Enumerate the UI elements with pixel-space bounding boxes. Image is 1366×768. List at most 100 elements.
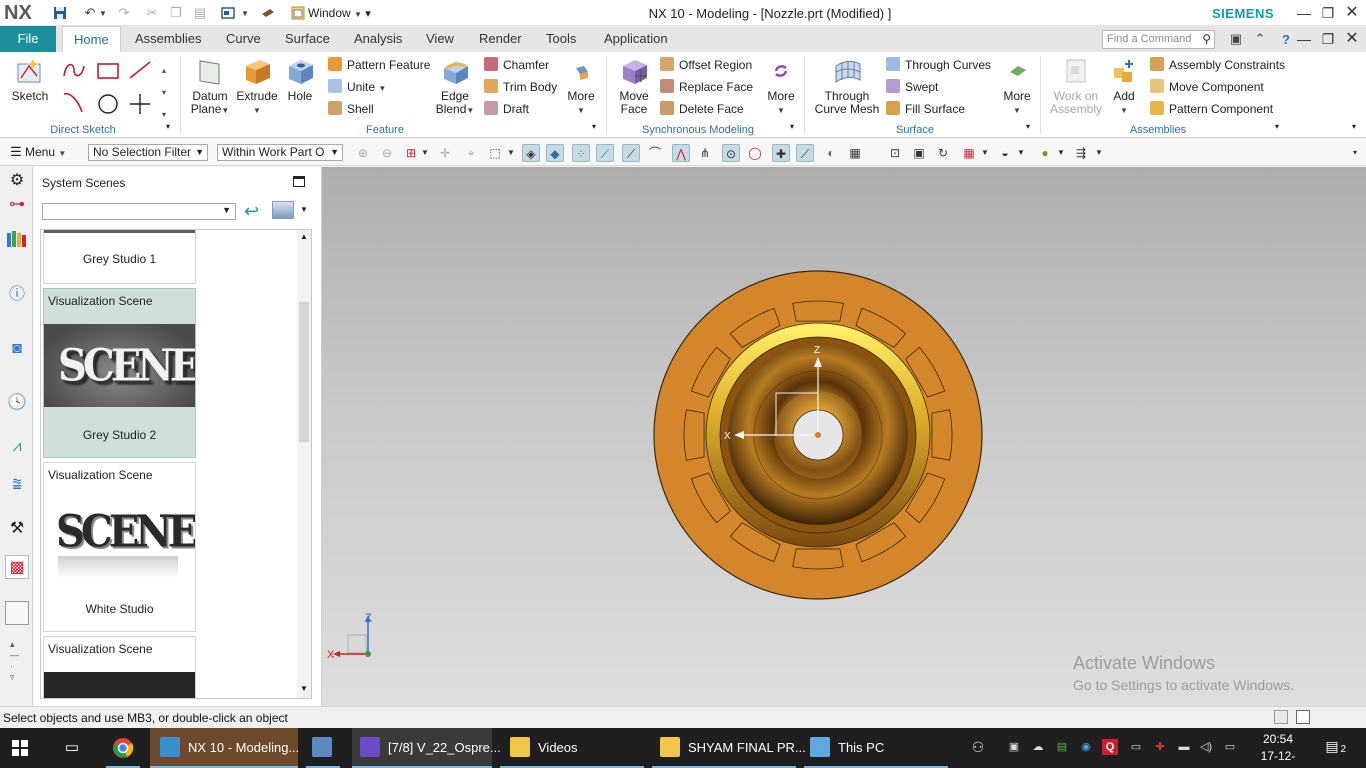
list-item[interactable]: Visualization Scene: [43, 636, 196, 698]
add-component-button[interactable]: Add ▼: [1106, 56, 1142, 117]
rendering-style-icon[interactable]: ◒: [996, 144, 1014, 162]
information-icon[interactable]: ⓘ: [5, 283, 29, 307]
direct-sketch-group-menu-icon[interactable]: ▾: [166, 122, 170, 131]
task-view-icon[interactable]: ▭: [60, 728, 84, 768]
web-browser-icon[interactable]: ◙: [5, 337, 29, 361]
part-navigator-icon[interactable]: [5, 227, 29, 251]
task-shyam-folder[interactable]: SHYAM FINAL PR...: [652, 728, 806, 768]
scroll-down-icon[interactable]: ▼: [300, 684, 308, 693]
task-this-pc[interactable]: This PC: [804, 728, 948, 768]
snap-dropdown-icon[interactable]: ▼: [420, 144, 430, 162]
general-selection-intent-icon[interactable]: ⊕: [354, 144, 372, 162]
doc-minimize-button[interactable]: —: [1292, 29, 1316, 49]
ribbon-options-dropdown-icon[interactable]: ▾: [1352, 122, 1356, 131]
tray-network-app-icon[interactable]: ▤: [1054, 739, 1070, 755]
full-screen-icon[interactable]: [1296, 710, 1310, 724]
list-item[interactable]: Visualization Scene SCENE Grey Studio 2: [43, 288, 196, 458]
bounded-grid-icon[interactable]: ▦: [846, 144, 864, 162]
toolbar-options-icon[interactable]: ▾: [1350, 144, 1360, 162]
volume-icon[interactable]: ◁): [1198, 739, 1214, 755]
task-remote[interactable]: [306, 728, 340, 768]
surface-more-button[interactable]: More ▼: [998, 56, 1036, 117]
task-videos[interactable]: Videos: [500, 728, 644, 768]
process-studio-icon[interactable]: ⚒: [5, 517, 29, 541]
doc-restore-button[interactable]: ❐: [1316, 29, 1340, 49]
select-curves-icon[interactable]: ⁘: [572, 144, 590, 162]
touch-mode-icon[interactable]: [258, 4, 278, 22]
draft-button[interactable]: Draft: [484, 100, 529, 118]
end-point-icon[interactable]: ⟋: [596, 144, 614, 162]
windows-start-icon[interactable]: [12, 728, 36, 768]
rotate-icon[interactable]: ↻: [934, 144, 952, 162]
maximize-panel-icon[interactable]: [293, 176, 305, 187]
tab-file[interactable]: File: [0, 26, 56, 52]
sketch-button[interactable]: Sketch: [8, 56, 52, 103]
replace-face-button[interactable]: Replace Face: [660, 78, 753, 96]
undo-icon[interactable]: ↶: [80, 4, 100, 22]
assembly-navigator-icon[interactable]: ⊶: [5, 193, 29, 217]
task-video-player[interactable]: [7/8] V_22_Ospre...: [352, 728, 501, 768]
tray-display-icon[interactable]: ▬: [1176, 739, 1192, 755]
fill-surface-button[interactable]: Fill Surface: [886, 100, 965, 118]
through-curves-button[interactable]: Through Curves: [886, 56, 991, 74]
repeat-dropdown-icon[interactable]: ▼: [240, 4, 250, 22]
extrude-button[interactable]: Extrude ▼: [234, 56, 280, 117]
tray-usb-icon[interactable]: ▭: [1128, 739, 1144, 755]
background-icon[interactable]: ●: [1036, 144, 1054, 162]
quadrant-point-icon[interactable]: ◯: [746, 144, 764, 162]
sketch-gallery-scroll[interactable]: ▴ ▾ ▾: [162, 60, 166, 126]
people-icon[interactable]: ⚇: [970, 739, 986, 755]
delete-face-button[interactable]: Delete Face: [660, 100, 744, 118]
repeat-command-icon[interactable]: [218, 4, 238, 22]
find-command-input[interactable]: Find a Command ⚲: [1102, 30, 1215, 49]
sync-more-button[interactable]: More ▼: [762, 56, 800, 117]
task-nx[interactable]: NX 10 - Modeling...: [150, 728, 299, 768]
zoom-icon[interactable]: ▣: [910, 144, 928, 162]
unite-button[interactable]: Unite ▼: [328, 78, 386, 96]
back-arrow-icon[interactable]: ↩: [244, 201, 259, 222]
menu-button[interactable]: ☰ Menu ▼: [10, 144, 66, 160]
hole-button[interactable]: Hole: [282, 56, 318, 103]
feature-more-button[interactable]: More ▼: [562, 56, 600, 117]
assembly-constraints-button[interactable]: Assembly Constraints: [1150, 56, 1285, 74]
onedrive-icon[interactable]: ☁: [1030, 739, 1046, 755]
nozzle-model[interactable]: Z X: [652, 269, 984, 601]
tray-security-icon[interactable]: ✚: [1152, 739, 1168, 755]
action-center-icon[interactable]: ▤ 2: [1322, 738, 1346, 758]
view-section-dropdown-icon[interactable]: ▼: [1094, 144, 1104, 162]
existing-point-icon[interactable]: ✚: [772, 144, 790, 162]
datum-plane-button[interactable]: Datum Plane▼: [188, 56, 232, 117]
point-on-surface-icon[interactable]: ◐: [822, 144, 840, 162]
orient-view-icon[interactable]: ▦: [960, 144, 978, 162]
trim-body-button[interactable]: Trim Body: [484, 78, 557, 96]
view-section-icon[interactable]: ⇶: [1072, 144, 1090, 162]
circle-center-icon[interactable]: ⊙: [722, 144, 740, 162]
inferred-point-icon[interactable]: ✛: [436, 144, 454, 162]
graphics-window[interactable]: Z X Z X Activate Windows Go to Settings …: [322, 167, 1366, 706]
offset-region-button[interactable]: Offset Region: [660, 56, 752, 74]
swept-button[interactable]: Swept: [886, 78, 938, 96]
shell-button[interactable]: Shell: [328, 100, 374, 118]
history-icon[interactable]: 🕓: [5, 391, 29, 415]
rendering-dropdown-icon[interactable]: ▼: [1016, 144, 1026, 162]
tab-curve[interactable]: Curve: [215, 26, 272, 52]
resource-bar-scroll[interactable]: ▴ — · ▿: [10, 639, 19, 683]
tab-surface[interactable]: Surface: [274, 26, 341, 52]
pattern-feature-button[interactable]: Pattern Feature: [328, 56, 430, 74]
mid-point-icon[interactable]: ⟋: [622, 144, 640, 162]
tab-render[interactable]: Render: [468, 26, 533, 52]
tray-app-icon[interactable]: ▣: [1006, 739, 1022, 755]
view-style-icon[interactable]: [272, 201, 294, 219]
battery-icon[interactable]: ▭: [1222, 739, 1238, 755]
close-button[interactable]: ✕: [1340, 3, 1364, 23]
system-scenes-icon[interactable]: ▩: [5, 555, 29, 579]
undo-dropdown-icon[interactable]: ▼: [98, 4, 108, 22]
hd3d-tools-icon[interactable]: ⩰: [5, 473, 29, 497]
list-item[interactable]: Grey Studio 1: [43, 230, 196, 284]
tray-sync-icon[interactable]: ◉: [1078, 739, 1094, 755]
work-on-assembly-button[interactable]: Work on Assembly: [1046, 56, 1106, 116]
point-on-curve-icon[interactable]: ⟋: [796, 144, 814, 162]
clock[interactable]: 20:54 17-12-2018: [1248, 731, 1308, 768]
select-method-dropdown-icon[interactable]: ▼: [506, 144, 516, 162]
save-icon[interactable]: [50, 4, 70, 22]
